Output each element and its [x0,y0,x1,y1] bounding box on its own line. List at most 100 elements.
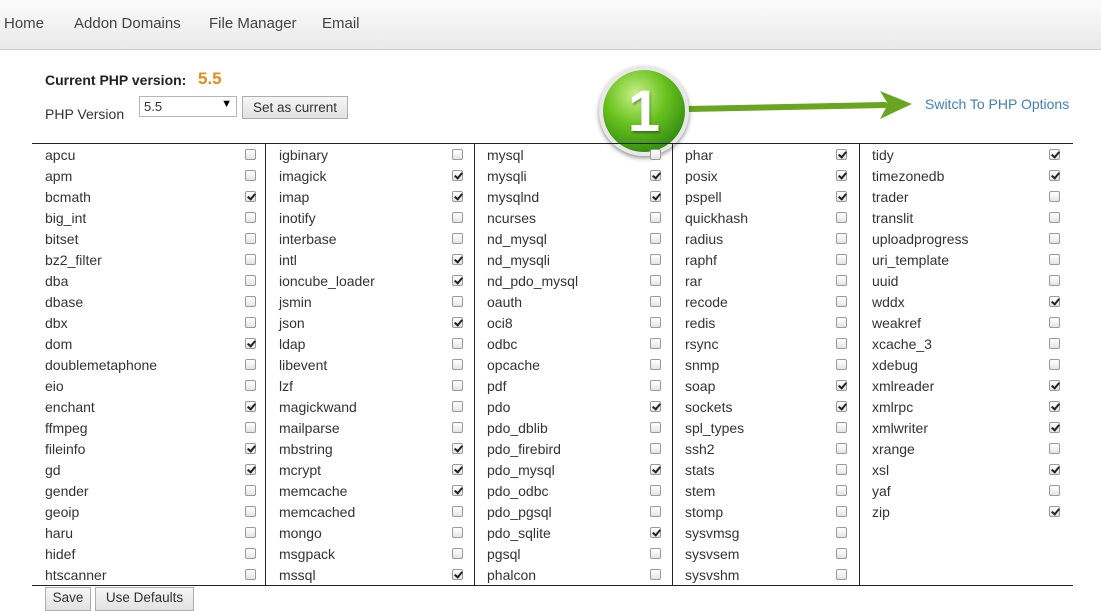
extension-checkbox[interactable] [452,254,463,265]
extension-checkbox[interactable] [245,296,256,307]
extension-checkbox[interactable] [1049,254,1060,265]
extension-checkbox[interactable] [452,548,463,559]
extension-checkbox[interactable] [836,191,847,202]
extension-checkbox[interactable] [452,338,463,349]
extension-checkbox[interactable] [245,338,256,349]
extension-checkbox[interactable] [452,380,463,391]
extension-checkbox[interactable] [245,170,256,181]
extension-checkbox[interactable] [836,464,847,475]
extension-checkbox[interactable] [1049,443,1060,454]
extension-checkbox[interactable] [836,233,847,244]
extension-checkbox[interactable] [650,527,661,538]
extension-checkbox[interactable] [452,485,463,496]
extension-checkbox[interactable] [452,149,463,160]
extension-checkbox[interactable] [245,317,256,328]
save-button[interactable]: Save [45,587,91,611]
extension-checkbox[interactable] [836,317,847,328]
extension-checkbox[interactable] [452,191,463,202]
extension-checkbox[interactable] [245,569,256,580]
extension-checkbox[interactable] [245,527,256,538]
extension-checkbox[interactable] [452,170,463,181]
extension-checkbox[interactable] [836,443,847,454]
nav-home[interactable]: Home [4,15,44,32]
extension-checkbox[interactable] [245,548,256,559]
extension-checkbox[interactable] [650,548,661,559]
extension-checkbox[interactable] [650,317,661,328]
extension-checkbox[interactable] [650,464,661,475]
extension-checkbox[interactable] [245,485,256,496]
extension-checkbox[interactable] [650,422,661,433]
extension-checkbox[interactable] [836,401,847,412]
extension-checkbox[interactable] [245,359,256,370]
extension-checkbox[interactable] [836,170,847,181]
extension-checkbox[interactable] [452,569,463,580]
extension-checkbox[interactable] [452,296,463,307]
extension-checkbox[interactable] [245,233,256,244]
extension-checkbox[interactable] [452,464,463,475]
extension-checkbox[interactable] [452,506,463,517]
extension-checkbox[interactable] [1049,380,1060,391]
extension-checkbox[interactable] [650,338,661,349]
extension-checkbox[interactable] [245,401,256,412]
extension-checkbox[interactable] [836,506,847,517]
extension-checkbox[interactable] [1049,212,1060,223]
extension-checkbox[interactable] [836,422,847,433]
extension-checkbox[interactable] [452,317,463,328]
extension-checkbox[interactable] [245,422,256,433]
extension-checkbox[interactable] [650,380,661,391]
extension-checkbox[interactable] [1049,233,1060,244]
extension-checkbox[interactable] [452,275,463,286]
extension-checkbox[interactable] [1049,149,1060,160]
extension-checkbox[interactable] [1049,170,1060,181]
extension-checkbox[interactable] [650,506,661,517]
extension-checkbox[interactable] [836,548,847,559]
extension-checkbox[interactable] [245,275,256,286]
nav-file-manager[interactable]: File Manager [209,15,297,32]
extension-checkbox[interactable] [1049,485,1060,496]
php-version-select[interactable]: 5.5 ▼ [139,96,237,117]
extension-checkbox[interactable] [452,422,463,433]
switch-to-php-options-link[interactable]: Switch To PHP Options [925,96,1069,112]
extension-checkbox[interactable] [650,275,661,286]
extension-checkbox[interactable] [1049,464,1060,475]
extension-checkbox[interactable] [245,380,256,391]
extension-checkbox[interactable] [245,212,256,223]
extension-checkbox[interactable] [650,170,661,181]
extension-checkbox[interactable] [1049,338,1060,349]
extension-checkbox[interactable] [245,464,256,475]
extension-checkbox[interactable] [836,212,847,223]
extension-checkbox[interactable] [650,233,661,244]
extension-checkbox[interactable] [836,380,847,391]
extension-checkbox[interactable] [452,443,463,454]
extension-checkbox[interactable] [650,569,661,580]
extension-checkbox[interactable] [1049,317,1060,328]
extension-checkbox[interactable] [452,212,463,223]
extension-checkbox[interactable] [650,149,661,160]
extension-checkbox[interactable] [836,338,847,349]
extension-checkbox[interactable] [452,527,463,538]
extension-checkbox[interactable] [245,443,256,454]
extension-checkbox[interactable] [650,485,661,496]
nav-addon-domains[interactable]: Addon Domains [74,15,181,32]
extension-checkbox[interactable] [650,254,661,265]
extension-checkbox[interactable] [650,359,661,370]
extension-checkbox[interactable] [452,401,463,412]
extension-checkbox[interactable] [1049,401,1060,412]
extension-checkbox[interactable] [1049,506,1060,517]
use-defaults-button[interactable]: Use Defaults [95,587,194,611]
extension-checkbox[interactable] [650,296,661,307]
extension-checkbox[interactable] [650,443,661,454]
extension-checkbox[interactable] [245,506,256,517]
extension-checkbox[interactable] [245,191,256,202]
extension-checkbox[interactable] [650,212,661,223]
extension-checkbox[interactable] [836,359,847,370]
nav-email[interactable]: Email [322,15,360,32]
extension-checkbox[interactable] [1049,275,1060,286]
extension-checkbox[interactable] [836,275,847,286]
extension-checkbox[interactable] [245,254,256,265]
extension-checkbox[interactable] [1049,359,1060,370]
extension-checkbox[interactable] [836,485,847,496]
set-as-current-button[interactable]: Set as current [242,96,348,119]
extension-checkbox[interactable] [1049,422,1060,433]
extension-checkbox[interactable] [836,149,847,160]
